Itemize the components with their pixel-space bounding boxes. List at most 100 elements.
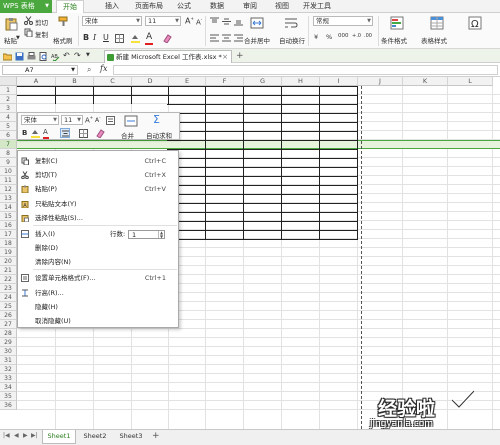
context-menu-item-11[interactable]: 取消隐藏(U)	[18, 314, 178, 328]
row-header-22[interactable]: 22	[0, 275, 17, 284]
font-size-select[interactable]: 11 ▼	[145, 16, 181, 26]
conditional-format-button[interactable]: 条件格式	[381, 35, 407, 45]
column-header-d[interactable]: D	[132, 77, 169, 86]
row-header-3[interactable]: 3	[0, 104, 17, 113]
mini-autosum-button[interactable]: 自动求和	[146, 130, 172, 140]
column-header-g[interactable]: G	[244, 77, 282, 86]
tab-formulas[interactable]: 公式	[172, 0, 196, 13]
row-header-28[interactable]: 28	[0, 329, 17, 338]
row-header-21[interactable]: 21	[0, 266, 17, 275]
symbol-icon[interactable]: Ω	[468, 16, 482, 30]
row-header-24[interactable]: 24	[0, 293, 17, 302]
select-all-corner[interactable]	[0, 77, 17, 86]
row-header-12[interactable]: 12	[0, 185, 17, 194]
fill-color-icon[interactable]	[131, 34, 140, 43]
increase-font-icon[interactable]: A+	[85, 115, 93, 124]
formula-input[interactable]	[113, 65, 498, 75]
conditional-format-icon[interactable]	[390, 16, 404, 30]
undo-icon[interactable]: ↶	[63, 51, 70, 60]
copy-button[interactable]: 复制	[35, 29, 48, 39]
row-header-6[interactable]: 6	[0, 131, 17, 140]
row-header-13[interactable]: 13	[0, 194, 17, 203]
row-header-10[interactable]: 10	[0, 167, 17, 176]
row-header-33[interactable]: 33	[0, 374, 17, 383]
mini-merge-button[interactable]: 合并	[121, 130, 134, 140]
chevron-down-icon[interactable]: ▼	[16, 35, 20, 41]
context-menu-item-7[interactable]: 清除内容(N)	[18, 255, 178, 269]
align-right-icon[interactable]	[234, 34, 243, 43]
tab-data[interactable]: 数据	[205, 0, 229, 13]
row-header-23[interactable]: 23	[0, 284, 17, 293]
first-sheet-icon[interactable]: |◀	[3, 432, 10, 439]
cut-button[interactable]: 剪切	[35, 17, 48, 27]
decrease-font-icon[interactable]: A-	[95, 115, 101, 124]
table-style-button[interactable]: 表格样式	[421, 35, 447, 45]
italic-icon[interactable]: I	[93, 33, 96, 42]
merge-center-icon[interactable]	[250, 16, 264, 30]
paste-icon[interactable]	[4, 17, 18, 31]
spell-check-icon[interactable]: AB	[51, 52, 60, 61]
column-header-c[interactable]: C	[94, 77, 132, 86]
row-header-17[interactable]: 17	[0, 230, 17, 239]
context-menu-item-6[interactable]: 删除(D)	[18, 241, 178, 255]
row-header-8[interactable]: 8	[0, 149, 17, 158]
tab-insert[interactable]: 插入	[100, 0, 124, 13]
copy-icon[interactable]	[24, 28, 33, 37]
tab-home[interactable]: 开始	[56, 0, 84, 14]
font-name-select[interactable]: 宋体 ▼	[82, 16, 142, 26]
add-sheet-icon[interactable]: +	[152, 431, 160, 441]
print-preview-icon[interactable]	[39, 52, 48, 61]
document-tab[interactable]: 新建 Microsoft Excel 工作表.xlsx * ×	[104, 50, 232, 63]
tab-view[interactable]: 视图	[270, 0, 294, 13]
merge-center-button[interactable]: 合并居中	[244, 35, 270, 45]
align-center-button[interactable]	[60, 128, 70, 138]
font-color-icon[interactable]: A	[146, 32, 152, 42]
align-bottom-icon[interactable]	[234, 17, 243, 26]
bold-icon[interactable]: B	[83, 33, 89, 42]
scissors-icon[interactable]	[24, 16, 33, 25]
column-header-h[interactable]: H	[282, 77, 320, 86]
row-header-26[interactable]: 26	[0, 311, 17, 320]
row-header-1[interactable]: 1	[0, 86, 17, 95]
decrease-font-icon[interactable]: A-	[196, 17, 202, 26]
bold-icon[interactable]: B	[22, 129, 27, 137]
row-header-2[interactable]: 2	[0, 95, 17, 104]
row-header-20[interactable]: 20	[0, 257, 17, 266]
underline-icon[interactable]: U	[103, 33, 109, 42]
context-menu-item-9[interactable]: 行高(R)...	[18, 286, 178, 300]
print-icon[interactable]	[27, 52, 36, 61]
row-header-14[interactable]: 14	[0, 203, 17, 212]
prev-sheet-icon[interactable]: ◀	[14, 432, 19, 439]
row-header-9[interactable]: 9	[0, 158, 17, 167]
row-header-35[interactable]: 35	[0, 392, 17, 401]
column-header-e[interactable]: E	[169, 77, 206, 86]
tab-page-layout[interactable]: 页面布局	[130, 0, 168, 13]
row-header-5[interactable]: 5	[0, 122, 17, 131]
row-header-34[interactable]: 34	[0, 383, 17, 392]
next-sheet-icon[interactable]: ▶	[23, 432, 28, 439]
sheet-tab-sheet2[interactable]: Sheet2	[78, 430, 112, 444]
row-header-36[interactable]: 36	[0, 401, 17, 410]
clear-format-icon[interactable]	[163, 34, 172, 43]
mini-font-select[interactable]: 宋体 ▼	[21, 115, 59, 125]
rows-count-input[interactable]: 1 ▲ ▼	[128, 230, 165, 239]
row-header-31[interactable]: 31	[0, 356, 17, 365]
align-left-icon[interactable]	[210, 34, 219, 43]
format-painter-icon[interactable]	[58, 16, 69, 27]
column-header-l[interactable]: L	[448, 77, 493, 86]
context-menu-item-1[interactable]: 剪切(T) Ctrl+X	[18, 168, 178, 182]
format-painter-button[interactable]: 格式刷	[53, 35, 73, 45]
close-icon[interactable]: ×	[222, 51, 228, 63]
last-sheet-icon[interactable]: ▶|	[31, 432, 38, 439]
row-header-11[interactable]: 11	[0, 176, 17, 185]
sheet-tab-sheet1[interactable]: Sheet1	[42, 430, 76, 444]
format-cells-icon[interactable]	[106, 116, 115, 125]
column-header-f[interactable]: F	[206, 77, 244, 86]
wrap-text-icon[interactable]	[284, 16, 298, 30]
table-style-icon[interactable]	[430, 16, 444, 30]
align-middle-icon[interactable]	[222, 17, 231, 26]
percent-button[interactable]: %	[326, 33, 332, 41]
merge-icon[interactable]	[124, 115, 138, 127]
column-header-i[interactable]: I	[320, 77, 358, 86]
currency-icon[interactable]: ¥	[314, 33, 318, 41]
